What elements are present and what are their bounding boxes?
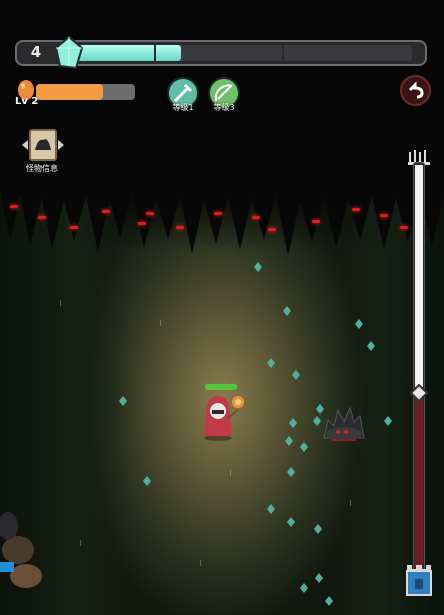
xp-gem-icon [289, 418, 297, 428]
enemy-eye [102, 210, 110, 213]
xp-gem-icon [285, 436, 293, 446]
rock-pile [0, 512, 42, 588]
egg-progress-fill [36, 84, 104, 100]
monster-info-button[interactable] [18, 128, 68, 162]
xp-gem-icon [143, 476, 151, 486]
xp-gem-icon [367, 341, 375, 351]
xp-gem-icon [300, 442, 308, 452]
crystal-icon [54, 36, 84, 70]
enemy-eye [214, 212, 222, 215]
xp-gem-icon [292, 370, 300, 380]
castle-icon [406, 565, 432, 596]
xp-gem-icon [119, 396, 127, 406]
enemy-eye [176, 226, 184, 229]
xp-gem-icon [287, 517, 295, 527]
xp-gem-icon [384, 416, 392, 426]
enemy-eye [252, 216, 260, 219]
player-level: 4 [30, 43, 42, 61]
enemy-eye [268, 228, 276, 231]
lv-label: Lv 2 [15, 96, 39, 107]
player-character [204, 396, 244, 441]
xp-gem-icon [300, 583, 308, 593]
xp-gem-icon [314, 524, 322, 534]
xp-gem-icon [325, 596, 333, 606]
stage-marker-icon [409, 383, 429, 403]
spiky-monster [323, 406, 365, 441]
enemy-eye [146, 212, 154, 215]
xp-gem-icon [254, 262, 262, 272]
enemy-eye [10, 205, 18, 208]
skill-level-label: 等级3 [213, 103, 235, 112]
enemy-eye [352, 208, 360, 211]
enemy-eye [138, 222, 146, 225]
xp-gem-icon [315, 573, 323, 583]
enemy-eye [312, 220, 320, 223]
enemy-eye [400, 226, 408, 229]
enemy-eye [38, 216, 46, 219]
back-arrow-icon [408, 81, 424, 99]
back-button[interactable] [400, 75, 431, 106]
xp-gem-icon [283, 306, 291, 316]
monster-info-label: 怪物信息 [26, 164, 58, 173]
stage-progress-remaining [415, 395, 423, 570]
xp-gem-icon [267, 504, 275, 514]
xp-gem-icon [287, 467, 295, 477]
stage-progress-fill [415, 165, 423, 387]
enemy-eye [380, 214, 388, 217]
xp-gem-icon [267, 358, 275, 368]
xp-gem-icon [355, 319, 363, 329]
enemy-eye [70, 226, 78, 229]
skill-level-label: 等级1 [172, 103, 194, 112]
canopy-spikes [0, 170, 444, 256]
